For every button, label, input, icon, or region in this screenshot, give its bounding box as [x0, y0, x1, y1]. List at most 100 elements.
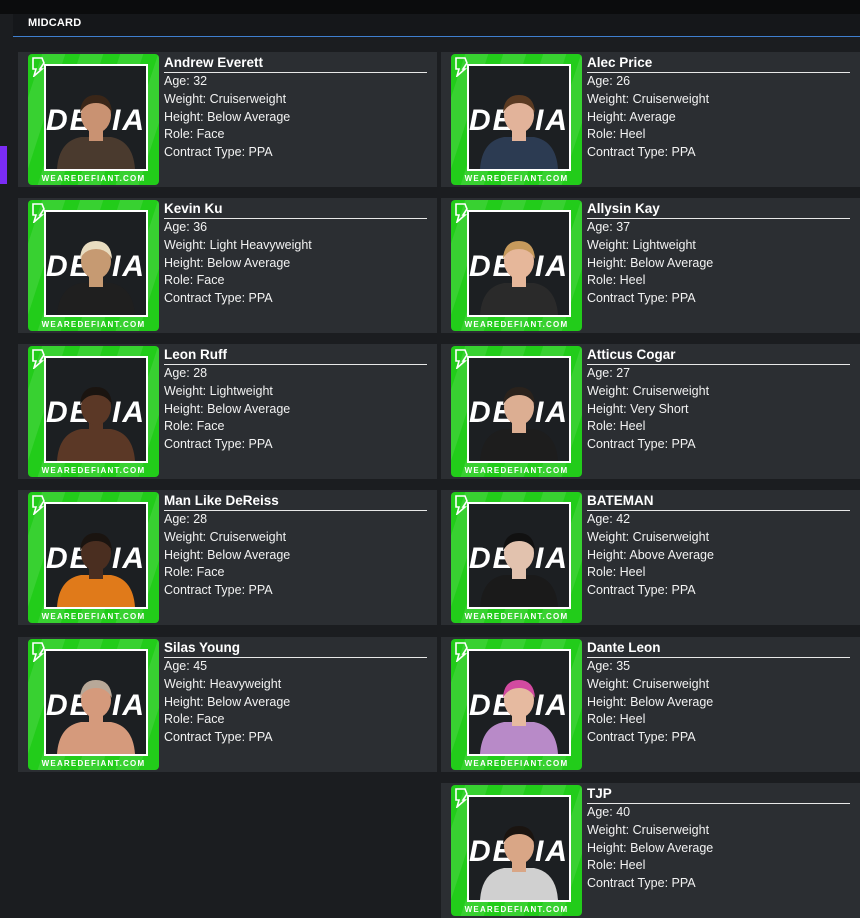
wrestler-card[interactable]: DEFIANT WEAREDEFIANT.COM Man Like DeReissA…: [18, 490, 437, 625]
wrestler-role-label: Role:: [587, 858, 620, 873]
wrestler-card[interactable]: DEFIANT WEAREDEFIANT.COM Allysin KayAge: 3…: [441, 198, 860, 333]
wrestler-height: Height: Average: [587, 109, 850, 127]
wrestler-height-label: Height:: [164, 694, 208, 709]
wrestler-name[interactable]: Alec Price: [587, 54, 850, 73]
wrestler-height-label: Height:: [587, 840, 631, 855]
wrestler-card[interactable]: DEFIANTWEAREDEFIANT.COMLeon RuffAge: 28W…: [18, 344, 437, 479]
wrestler-role: Role: Face: [164, 272, 427, 290]
wrestler-height-value: Below Average: [207, 401, 291, 416]
wrestler-height-label: Height:: [587, 547, 630, 562]
wrestler-name[interactable]: BATEMAN: [587, 492, 850, 511]
wrestler-weight-label: Weight:: [164, 383, 210, 398]
wrestler-name[interactable]: Atticus Cogar: [587, 346, 850, 365]
section-title: MIDCARD: [28, 17, 82, 29]
wrestler-height: Height: Below Average: [164, 255, 427, 273]
wrestler-weight-value: Cruiserweight: [209, 91, 287, 106]
wrestler-card[interactable]: DEFIANT WEAREDEFIANT.COM Andrew EverettAge…: [18, 52, 437, 187]
wrestler-contract-type: Contract Type: PPA: [587, 144, 850, 162]
wrestler-age-label: Age:: [164, 366, 194, 380]
wrestler-age: Age: 26: [587, 73, 850, 91]
wrestler-weight: Weight: Light Heavyweight: [164, 237, 427, 255]
defiant-logo-icon: [455, 349, 468, 369]
wrestler-height-value: Above Average: [629, 547, 714, 562]
portrait-photo-frame: DEFIANT: [467, 649, 571, 756]
portrait-watermark: WEAREDEFIANT.COM: [464, 612, 569, 621]
wrestler-role: Role: Heel: [587, 711, 850, 729]
wrestler-name[interactable]: Kevin Ku: [164, 200, 427, 219]
wrestler-portrait[interactable]: DEFIANT WEAREDEFIANT.COM: [451, 492, 582, 623]
wrestler-weight: Weight: Lightweight: [587, 237, 850, 255]
wrestler-portrait[interactable]: DEFIANT WEAREDEFIANT.COM: [28, 492, 159, 623]
wrestler-card[interactable]: DEFIANT WEAREDEFIANT.COM Dante LeonAge: 35…: [441, 637, 860, 772]
portrait-watermark: WEAREDEFIANT.COM: [464, 466, 569, 475]
wrestler-age: Age: 28: [164, 511, 427, 529]
wrestler-contract-type: Contract Type: PPA: [587, 729, 850, 747]
side-accent-tab[interactable]: [0, 146, 7, 184]
wrestler-portrait[interactable]: DEFIANT WEAREDEFIANT.COM: [451, 785, 582, 916]
wrestler-weight-value: Lightweight: [209, 383, 273, 398]
wrestler-role-label: Role:: [164, 273, 197, 288]
wrestler-card[interactable]: DEFIANT WEAREDEFIANT.COM Atticus CogarAge:…: [441, 344, 860, 479]
wrestler-portrait[interactable]: DEFIANT WEAREDEFIANT.COM: [451, 200, 582, 331]
portrait-photo-frame: DEFIANT: [467, 502, 571, 609]
wrestler-age-value: 27: [616, 366, 631, 380]
wrestler-contract-type: Contract Type: PPA: [164, 436, 427, 454]
wrestler-height-label: Height:: [587, 109, 630, 124]
wrestler-weight-value: Heavyweight: [209, 676, 282, 691]
wrestler-weight-value: Cruiserweight: [632, 822, 710, 837]
wrestler-card[interactable]: DEFIANT WEAREDEFIANT.COM BATEMANAge: 42Wei…: [441, 490, 860, 625]
wrestler-name[interactable]: Man Like DeReiss: [164, 492, 427, 511]
wrestler-card[interactable]: DEFIANTWEAREDEFIANT.COMKevin KuAge: 36We…: [18, 198, 437, 333]
wrestler-age-value: 42: [616, 512, 631, 526]
wrestler-contract-type: Contract Type: PPA: [587, 436, 850, 454]
wrestler-weight: Weight: Heavyweight: [164, 676, 427, 694]
wrestler-info: Allysin Kay Age: 37 Weight: Lightweight Hei…: [587, 200, 850, 308]
wrestler-weight-value: Cruiserweight: [632, 383, 710, 398]
wrestler-weight-value: Cruiserweight: [209, 529, 287, 544]
wrestler-info: Atticus Cogar Age: 27 Weight: Cruiserweigh…: [587, 346, 850, 454]
wrestler-contract-type-label: Contract Type:: [164, 437, 249, 452]
wrestler-height-label: Height:: [164, 401, 208, 416]
wrestler-age-value: 35: [616, 659, 631, 673]
wrestler-portrait[interactable]: DEFIANT WEAREDEFIANT.COM: [28, 54, 159, 185]
portrait-watermark: WEAREDEFIANT.COM: [464, 174, 569, 183]
wrestler-card[interactable]: DEFIANT WEAREDEFIANT.COM Silas YoungAge: 4…: [18, 637, 437, 772]
wrestler-portrait[interactable]: DEFIANT WEAREDEFIANT.COM: [451, 54, 582, 185]
wrestler-portrait[interactable]: DEFIANT WEAREDEFIANT.COM: [451, 639, 582, 770]
wrestler-photo: [480, 680, 558, 754]
wrestler-role-label: Role:: [587, 273, 620, 288]
wrestler-weight: Weight: Cruiserweight: [164, 529, 427, 547]
wrestler-contract-type-value: PPA: [248, 730, 273, 745]
wrestler-contract-type-value: PPA: [248, 145, 273, 160]
wrestler-portrait[interactable]: DEFIANT WEAREDEFIANT.COM: [28, 200, 159, 331]
wrestler-height: Height: Below Average: [587, 255, 850, 273]
wrestler-height: Height: Below Average: [587, 694, 850, 712]
wrestler-age-label: Age:: [164, 659, 194, 673]
wrestler-portrait[interactable]: DEFIANT WEAREDEFIANT.COM: [28, 639, 159, 770]
wrestler-portrait[interactable]: DEFIANT WEAREDEFIANT.COM: [28, 346, 159, 477]
wrestler-name[interactable]: Andrew Everett: [164, 54, 427, 73]
wrestler-weight-label: Weight:: [587, 676, 633, 691]
wrestler-contract-type-label: Contract Type:: [587, 876, 672, 891]
wrestler-name[interactable]: Leon Ruff: [164, 346, 427, 365]
wrestler-card[interactable]: DEFIANT WEAREDEFIANT.COM Alec PriceAge: 26…: [441, 52, 860, 187]
wrestler-portrait[interactable]: DEFIANT WEAREDEFIANT.COM: [451, 346, 582, 477]
wrestler-role-label: Role:: [164, 127, 197, 142]
wrestler-age-label: Age:: [587, 220, 617, 234]
wrestler-height-value: Below Average: [207, 694, 291, 709]
wrestler-name[interactable]: Dante Leon: [587, 639, 850, 658]
wrestler-info: BATEMAN Age: 42 Weight: Cruiserweight Heigh…: [587, 492, 850, 600]
portrait-photo-frame: DEFIANT: [467, 795, 571, 902]
portrait-watermark: WEAREDEFIANT.COM: [41, 612, 146, 621]
wrestler-name[interactable]: Allysin Kay: [587, 200, 850, 219]
wrestler-role: Role: Face: [164, 418, 427, 436]
wrestler-age-label: Age:: [587, 659, 617, 673]
wrestler-name[interactable]: Silas Young: [164, 639, 427, 658]
wrestler-age-label: Age:: [164, 220, 194, 234]
wrestler-weight: Weight: Lightweight: [164, 383, 427, 401]
wrestler-card[interactable]: DEFIANTWEAREDEFIANT.COMTJPAge: 40Weight:…: [441, 783, 860, 918]
wrestler-name[interactable]: TJP: [587, 785, 850, 804]
wrestler-age: Age: 32: [164, 73, 427, 91]
wrestler-contract-type: Contract Type: PPA: [587, 875, 850, 893]
wrestler-info: TJP Age: 40 Weight: Cruiserweight Height: B…: [587, 785, 850, 893]
